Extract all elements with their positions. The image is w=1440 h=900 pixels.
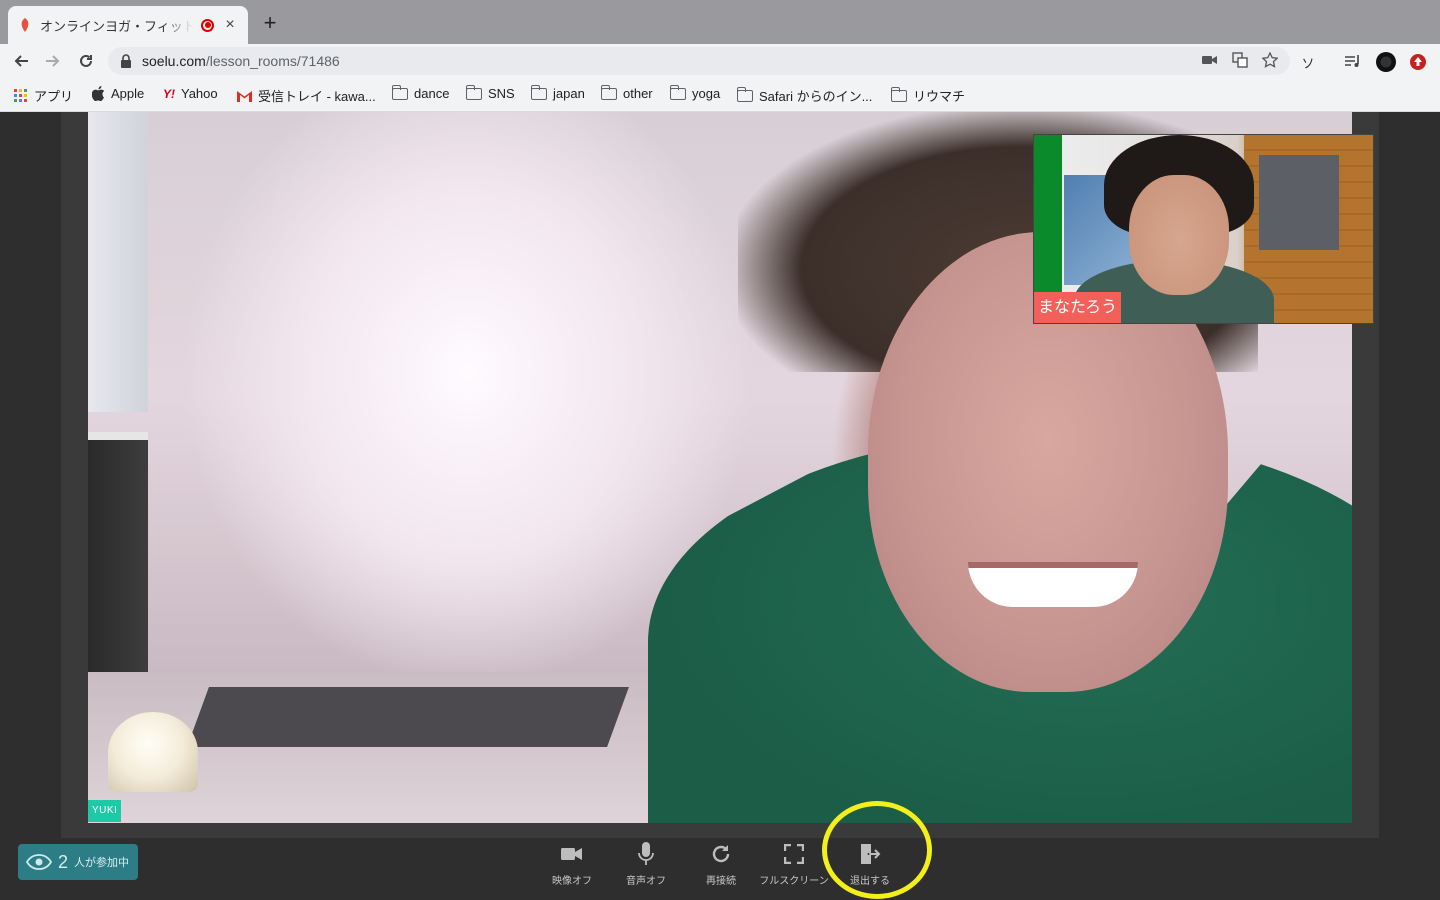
background-lamp: [108, 712, 198, 792]
bookmark-label: リウマチ: [913, 89, 966, 104]
folder-icon: [890, 86, 907, 102]
bookmark-apple[interactable]: Apple: [92, 86, 144, 101]
self-name-tag: まなたろう: [1034, 292, 1122, 323]
participant-count-label: 人が参加中: [74, 857, 130, 869]
bookmark-folder-other[interactable]: other: [600, 84, 653, 101]
bookmark-label: yoga: [692, 86, 721, 101]
fullscreen-label: フルスクリーン: [759, 876, 829, 887]
forward-arrow-icon: [46, 55, 60, 67]
audio-off-button[interactable]: 音声オフ: [622, 840, 670, 887]
reload-icon: [80, 54, 92, 67]
update-arrow-icon: [1410, 54, 1426, 70]
folder-icon: [465, 84, 482, 100]
bookmark-yahoo[interactable]: Y! Yahoo: [163, 86, 218, 101]
bookmark-folder-safari[interactable]: Safari からのイン...: [736, 86, 873, 105]
folder-icon: [530, 84, 547, 100]
back-button[interactable]: [10, 50, 32, 72]
background-window: [88, 112, 148, 412]
main-participant-name-tag: YUKI: [88, 800, 122, 822]
self-face: [1129, 175, 1229, 295]
bookmark-label: SNS: [488, 86, 515, 101]
bookmark-label: Yahoo: [181, 86, 218, 101]
tab-title: オンラインヨガ・フィットネ: [40, 18, 193, 34]
microphone-icon: [638, 842, 654, 865]
url-path: /lesson_rooms/71486: [205, 53, 340, 69]
yahoo-icon: Y!: [163, 86, 175, 101]
bookmark-folder-dance[interactable]: dance: [391, 84, 450, 101]
lock-icon: [121, 54, 131, 68]
gmail-icon: [237, 90, 252, 102]
audio-off-label: 音声オフ: [626, 876, 666, 887]
forward-button[interactable]: [42, 50, 64, 72]
fullscreen-icon: [784, 844, 804, 864]
browser-toolbar: soelu.com/lesson_rooms/71486 ソ: [0, 44, 1440, 78]
url-text: soelu.com/lesson_rooms/71486: [142, 53, 340, 69]
apps-grid-icon: [14, 88, 27, 102]
user-avatar[interactable]: [1376, 52, 1396, 72]
video-camera-icon: [561, 848, 582, 860]
bookmark-gmail[interactable]: 受信トレイ - kawa...: [237, 86, 376, 105]
call-control-bar: 2 人が参加中 映像オフ 音声オフ 再接続 フルスクリーン 退出する: [0, 840, 1440, 900]
update-button[interactable]: [1408, 52, 1428, 72]
folder-icon: [736, 86, 753, 102]
recording-indicator-icon: [201, 18, 214, 32]
bookmarks-bar: アプリ Apple Y! Yahoo 受信トレイ - kawa... dance…: [0, 78, 1440, 112]
bookmark-label: japan: [553, 86, 585, 101]
bookmark-label: dance: [414, 86, 450, 101]
background-heater: [88, 432, 148, 692]
profile-extension-button[interactable]: ソ: [1298, 52, 1318, 72]
bookmark-folder-japan[interactable]: japan: [530, 84, 585, 101]
translate-icon[interactable]: [1232, 52, 1248, 68]
folder-icon: [600, 84, 617, 100]
bookmark-folder-sns[interactable]: SNS: [465, 84, 515, 101]
participant-count: 2: [58, 851, 69, 872]
bookmark-folder-yoga[interactable]: yoga: [669, 84, 721, 101]
folder-icon: [391, 84, 408, 100]
video-off-button[interactable]: 映像オフ: [548, 840, 596, 887]
address-bar[interactable]: soelu.com/lesson_rooms/71486: [108, 47, 1290, 75]
background-panel: [1259, 155, 1339, 250]
bookmark-apps[interactable]: アプリ: [14, 86, 73, 105]
eye-icon: [26, 854, 52, 870]
soelu-favicon-icon: [18, 18, 32, 32]
reload-button[interactable]: [75, 50, 97, 72]
bookmark-star-icon[interactable]: [1262, 52, 1278, 68]
bookmark-label: other: [623, 86, 653, 101]
bookmark-label: 受信トレイ - kawa...: [258, 89, 376, 104]
new-tab-button[interactable]: +: [258, 12, 282, 36]
tab-close-button[interactable]: ×: [222, 16, 238, 34]
bookmark-label: Apple: [111, 86, 145, 101]
media-control-button[interactable]: [1343, 52, 1363, 72]
url-host: soelu.com: [142, 53, 206, 69]
reconnect-button[interactable]: 再接続: [700, 840, 742, 887]
background-mat: [187, 687, 629, 747]
back-arrow-icon: [14, 55, 28, 67]
avatar-icon: [1376, 52, 1396, 72]
folder-icon: [669, 84, 686, 100]
self-view-video[interactable]: まなたろう: [1033, 134, 1374, 324]
browser-tab[interactable]: オンラインヨガ・フィットネ ×: [8, 6, 248, 44]
video-off-label: 映像オフ: [552, 876, 592, 887]
participant-count-badge[interactable]: 2 人が参加中: [18, 844, 138, 880]
fullscreen-button[interactable]: フルスクリーン: [759, 840, 829, 887]
bookmark-folder-rheumatism[interactable]: リウマチ: [890, 86, 966, 105]
camera-in-use-icon[interactable]: [1202, 54, 1218, 66]
apple-icon: [92, 86, 105, 101]
highlight-annotation-circle: [822, 801, 932, 899]
media-queue-icon: [1345, 55, 1359, 67]
refresh-icon: [712, 845, 730, 863]
reconnect-label: 再接続: [706, 876, 736, 887]
bookmark-label: アプリ: [34, 89, 74, 104]
participant-smile: [968, 562, 1138, 607]
bookmark-label: Safari からのイン...: [759, 89, 873, 104]
tab-strip: オンラインヨガ・フィットネ × +: [0, 0, 1440, 44]
